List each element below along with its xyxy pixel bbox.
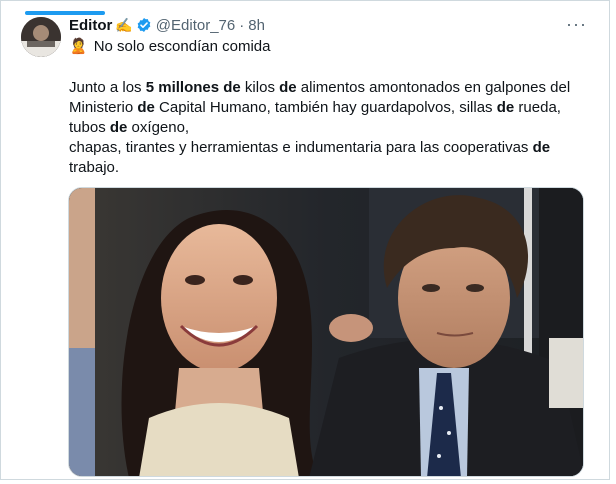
tweet-card[interactable]: Editor ✍️ @Editor_76 · 8h ··· 🙎 No solo … — [0, 0, 610, 480]
body-bold: de — [532, 139, 551, 156]
avatar-image — [21, 17, 61, 57]
body-bold: de — [496, 99, 515, 116]
body-bold: de — [109, 119, 128, 136]
writing-hand-emoji: ✍️ — [115, 16, 133, 33]
timestamp[interactable]: 8h — [248, 17, 265, 34]
author-name[interactable]: Editor — [69, 17, 112, 34]
separator-dot: · — [239, 16, 245, 34]
body-bold: 5 millones de — [145, 79, 241, 96]
body-bold: de — [279, 79, 297, 96]
tweet-header: Editor ✍️ @Editor_76 · 8h — [69, 15, 589, 35]
body-line-4: chapas, tirantes y herramientas e indume… — [69, 138, 599, 158]
body-text: oxígeno, — [127, 119, 190, 136]
body-text: tubos — [69, 119, 110, 136]
author-handle[interactable]: @Editor_76 — [156, 17, 235, 34]
body-line-1: Junto a los 5 millones de kilos de alime… — [69, 78, 599, 98]
tweet-subline: 🙎 No solo escondían comida — [69, 37, 271, 56]
verified-badge-icon — [137, 18, 151, 32]
body-line-2: Ministerio de Capital Humano, también ha… — [69, 98, 599, 118]
tweet-photo[interactable] — [68, 187, 584, 477]
body-text: trabajo. — [69, 159, 120, 176]
body-text: rueda, — [514, 99, 561, 116]
more-options-icon[interactable]: ··· — [566, 14, 587, 35]
body-bold: de — [137, 99, 155, 116]
body-text: Junto a los — [69, 79, 146, 96]
body-text: alimentos amontonados en galpones del — [296, 79, 571, 96]
body-text: kilos — [240, 79, 280, 96]
person-emoji: 🙎 — [69, 38, 88, 55]
photo-image — [69, 188, 583, 476]
tweet-body: Junto a los 5 millones de kilos de alime… — [69, 78, 599, 178]
body-text: Ministerio — [69, 99, 138, 116]
body-line-3: tubos de oxígeno, — [69, 118, 599, 138]
body-text: chapas, tirantes y herramientas e indume… — [69, 139, 533, 156]
subline-text: No solo escondían comida — [93, 37, 271, 55]
body-line-5: trabajo. — [69, 158, 599, 178]
avatar[interactable] — [21, 17, 61, 57]
body-text: Capital Humano, también hay guardapolvos… — [154, 99, 497, 116]
